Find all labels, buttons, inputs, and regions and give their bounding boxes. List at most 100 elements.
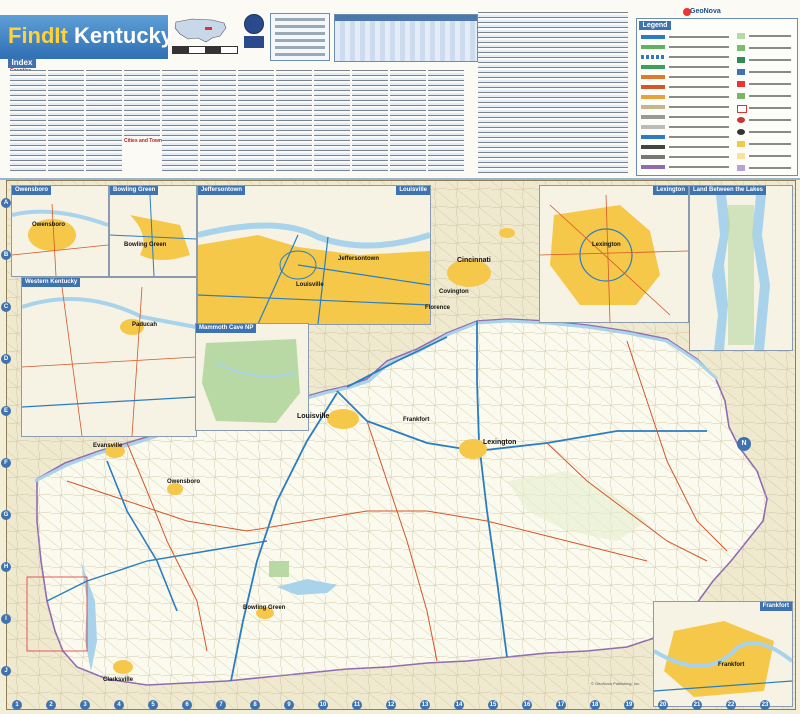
land-between-the-lakes-inset[interactable]: Land Between the Lakes [689,185,793,351]
grid-marker-row: F [1,458,11,468]
state-seal-icon [244,14,264,34]
grid-marker-column: 15 [488,700,498,710]
grid-marker-column: 8 [250,700,260,710]
grid-marker-column: 17 [556,700,566,710]
city-frankfort[interactable]: Frankfort [403,417,429,423]
grid-marker-column: 5 [148,700,158,710]
mammoth-cave-park [269,561,289,577]
mammoth-cave-map [202,339,300,423]
louisville-inset-title: Louisville [396,186,430,195]
clarksville-urban-area [113,660,133,674]
legend-capital-swatch [737,117,745,123]
jeffersontown-inset-title: Jeffersontown [198,186,246,195]
grid-marker-row: I [1,614,11,624]
grid-marker-column: 11 [352,700,362,710]
louisville-inset-map [198,222,430,324]
map-header: FindIt Kentucky Index Counties Cities an… [0,0,800,180]
legend-county-boundary-swatch [737,165,745,171]
owensboro-inset-city: Owensboro [32,222,66,228]
legend-tollway-symbol [641,45,665,49]
bowling-green-inset-title: Bowling Green [110,186,159,195]
legend-primary-highway-symbol [641,85,665,89]
legend-state-route-symbol [641,155,665,159]
land-between-the-lakes-map [712,195,770,350]
grid-marker-row: H [1,562,11,572]
legend-urban-swatch [737,141,745,147]
title-state: Kentucky [74,23,174,48]
city-owensboro[interactable]: Owensboro [167,479,200,485]
bowling-green-inset-city: Bowling Green [124,242,167,248]
city-covington[interactable]: Covington [439,289,469,295]
legend-rest-area-symbol [641,75,665,79]
grid-marker-row: C [1,302,11,312]
index-column [124,70,160,138]
bowling-green-inset[interactable]: Bowling Green Bowling Green [109,185,197,277]
lexington-inset[interactable]: Lexington Lexington [539,185,689,323]
grid-marker-column: 14 [454,700,464,710]
city-florence[interactable]: Florence [425,305,450,311]
title-banner: FindIt Kentucky [0,15,173,59]
owensboro-inset[interactable]: Owensboro Owensboro [11,185,109,277]
map-legend: Legend [636,18,798,176]
city-evansville[interactable]: Evansville [93,443,122,449]
grid-marker-column: 1 [12,700,22,710]
grid-marker-column: 23 [760,700,770,710]
map-title: FindIt Kentucky [8,23,173,49]
land-between-the-lakes-title: Land Between the Lakes [690,186,767,195]
frankfort-inset-map [654,621,792,697]
index-column-right [478,12,628,174]
grid-marker-column: 21 [692,700,702,710]
publisher-logo: GeoNova [690,8,721,15]
grid-marker-column: 9 [284,700,294,710]
legend-multilane-symbol [641,105,665,109]
grid-marker-column: 19 [624,700,634,710]
city-cincinnati[interactable]: Cincinnati [457,257,491,264]
legend-freeway-symbol [641,35,665,39]
city-clarksville[interactable]: Clarksville [103,677,133,683]
grid-marker-column: 18 [590,700,600,710]
legend-hospital-swatch [737,81,745,87]
bowling-green-inset-map [110,195,196,276]
frankfort-inset-city: Frankfort [718,662,745,668]
dayton-urban-area [499,228,515,238]
grid-marker-row: D [1,354,11,364]
state-facts-box [270,13,330,61]
frankfort-inset[interactable]: Frankfort Frankfort [653,601,793,707]
index-column [276,70,312,172]
legend-unpaved-road-symbol [641,125,665,129]
copyright-notice: © GeoNova Publishing, Inc. [591,681,641,686]
legend-construction-symbol [641,55,665,59]
city-bowling-green[interactable]: Bowling Green [243,605,285,611]
legend-secondary-highway-symbol [641,95,665,99]
western-kentucky-inset[interactable]: Western Kentucky Paducah [21,277,197,437]
city-lexington[interactable]: Lexington [483,439,516,446]
legend-inset-box-swatch [737,105,747,113]
state-map[interactable]: Owensboro Owensboro Bowling Green Bowlin… [6,180,796,710]
louisville-inset-city: Louisville [296,282,324,288]
us-locator-map [174,18,227,43]
legend-campground-swatch [737,57,745,63]
grid-marker-row: B [1,250,11,260]
western-kentucky-map [22,287,196,436]
grid-marker-column: 2 [46,700,56,710]
frankfort-inset-title: Frankfort [759,602,792,611]
grid-marker-column: 4 [114,700,124,710]
index-column [390,70,426,172]
legend-border-symbol [641,165,665,169]
index-label: Index [8,58,36,68]
grid-marker-column: 16 [522,700,532,710]
index-column [314,70,350,172]
map-page: FindIt Kentucky Index Counties Cities an… [0,0,800,714]
legend-us-route-symbol [641,145,665,149]
mammoth-cave-inset[interactable]: Mammoth Cave NP [195,323,309,431]
legend-interstate-route-symbol [641,135,665,139]
grid-marker-column: 3 [80,700,90,710]
index-column [48,70,84,172]
jeffersontown-inset-city: Jeffersontown [338,256,380,262]
grid-marker-column: 6 [182,700,192,710]
legend-interchange-symbol [641,65,665,69]
index-column [238,70,274,172]
city-louisville[interactable]: Louisville [297,413,329,420]
index-column [162,70,198,172]
louisville-inset[interactable]: Jeffersontown Louisville Louisville Jeff… [197,185,431,325]
